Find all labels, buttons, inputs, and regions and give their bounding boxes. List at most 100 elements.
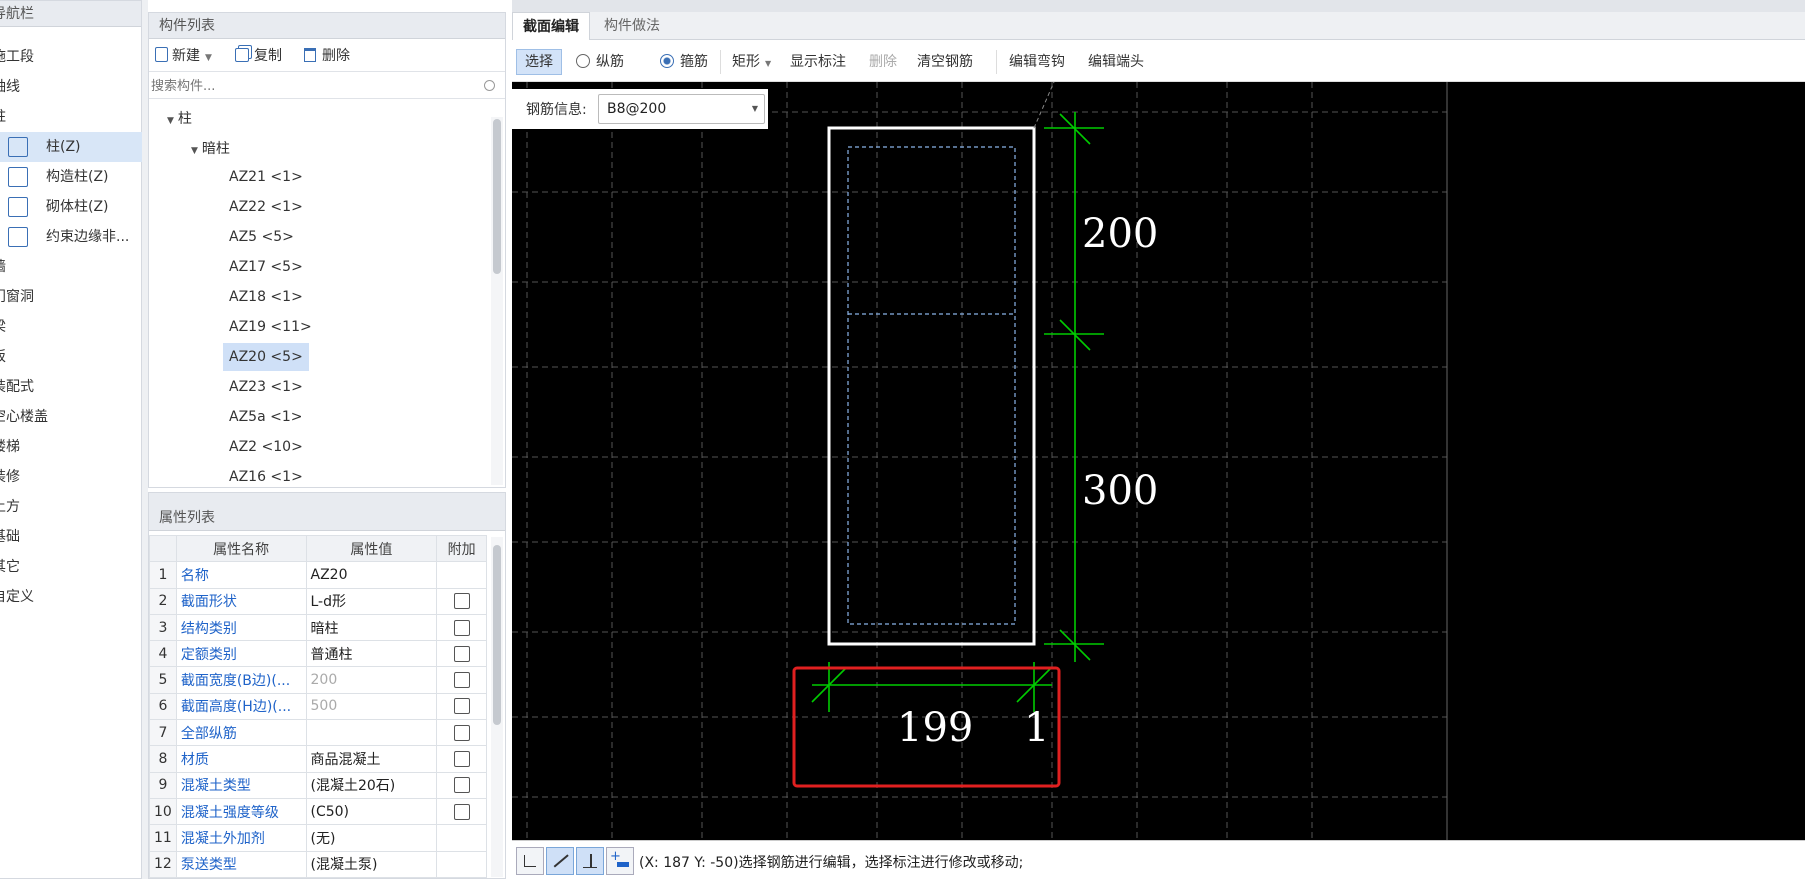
perpendicular-button[interactable] (576, 847, 604, 875)
property-row[interactable]: 1 名称 AZ20 (149, 561, 487, 589)
dimension-label-1[interactable]: 1 (1024, 705, 1049, 751)
property-scrollbar-thumb[interactable] (493, 545, 501, 725)
new-button[interactable]: 新建 ▼ (155, 43, 212, 69)
property-value[interactable]: 商品混凝土 (305, 745, 438, 773)
search-input[interactable] (151, 75, 471, 97)
property-row[interactable]: 10 混凝土强度等级 (C50) (149, 797, 487, 826)
rebar-info-select[interactable]: B8@200 ▼ (598, 94, 765, 124)
property-scrollbar[interactable] (491, 537, 503, 877)
tree-node-column[interactable]: ▼ 柱 (167, 105, 192, 133)
property-row[interactable]: 11 混凝土外加剂 (无) (149, 824, 487, 852)
vertical-dimension[interactable] (1044, 112, 1104, 662)
delete-button[interactable]: 删除 (304, 43, 350, 69)
column-section-outline[interactable] (827, 126, 1036, 646)
nav-item[interactable]: 土方 (0, 492, 142, 522)
stirrup-radio[interactable]: 箍筋 (660, 49, 708, 75)
nav-item[interactable]: 构造柱(Z) (0, 162, 142, 192)
property-value[interactable]: (C50) (305, 797, 438, 826)
tree-scrollbar-thumb[interactable] (493, 119, 501, 274)
extra-checkbox[interactable] (453, 619, 470, 636)
stirrup-outline[interactable] (847, 146, 1016, 625)
dimension-label-300[interactable]: 300 (1082, 468, 1158, 514)
tree-item[interactable]: AZ17 <5> (229, 253, 303, 281)
tree-item[interactable]: AZ5a <1> (229, 403, 302, 431)
edit-hook-button[interactable]: 编辑弯钩 (1009, 49, 1065, 75)
property-value[interactable]: 普通柱 (305, 640, 438, 668)
property-value[interactable]: 200 (305, 666, 438, 694)
edit-end-button[interactable]: 编辑端头 (1088, 49, 1144, 75)
tab-section-edit[interactable]: 截面编辑 (512, 12, 590, 40)
property-row[interactable]: 2 截面形状 L-d形 (149, 587, 487, 615)
property-row[interactable]: 7 全部纵筋 (149, 719, 487, 747)
orthogonal-snap-button[interactable] (516, 847, 544, 875)
nav-item[interactable]: 基础 (0, 522, 142, 552)
property-row[interactable]: 12 泵送类型 (混凝土泵) (149, 850, 487, 878)
property-value[interactable]: (无) (305, 824, 438, 852)
nav-item[interactable]: 其它 (0, 552, 142, 582)
shape-dropdown[interactable]: 矩形 ▼ (732, 49, 771, 75)
nav-item[interactable]: 梁 (0, 312, 142, 342)
property-value[interactable]: 暗柱 (305, 613, 438, 642)
extra-checkbox[interactable] (453, 645, 470, 662)
property-value[interactable] (305, 719, 438, 747)
add-dimension-button[interactable]: + (606, 847, 634, 875)
nav-item[interactable]: 施工段 (0, 42, 142, 72)
nav-item[interactable]: 轴线 (0, 72, 142, 102)
nav-item[interactable]: 约束边缘非... (0, 222, 142, 252)
tree-item[interactable]: AZ2 <10> (229, 433, 303, 461)
property-row[interactable]: 8 材质 商品混凝土 (149, 745, 487, 773)
nav-item[interactable]: 装配式 (0, 372, 142, 402)
property-row[interactable]: 6 截面高度(H边)(... 500 (149, 692, 487, 721)
property-row[interactable]: 9 混凝土类型 (混凝土20石) (149, 771, 487, 799)
extra-checkbox[interactable] (453, 672, 470, 689)
extra-checkbox[interactable] (453, 751, 470, 768)
tree-item[interactable]: AZ5 <5> (229, 223, 294, 251)
expand-icon[interactable]: ▼ (191, 146, 198, 156)
tree-node-hidden-column[interactable]: ▼ 暗柱 (191, 135, 230, 163)
nav-item[interactable]: 砌体柱(Z) (0, 192, 142, 222)
line-mode-button[interactable] (546, 847, 574, 875)
property-value[interactable]: 500 (305, 692, 438, 721)
property-value[interactable]: (混凝土泵) (305, 850, 438, 878)
property-value[interactable]: AZ20 (305, 561, 438, 589)
nav-item[interactable]: 柱 (0, 102, 142, 132)
extra-checkbox[interactable] (453, 724, 470, 741)
tree-item[interactable]: AZ20 <5> (223, 343, 309, 371)
delete-rebar-button[interactable]: 删除 (869, 49, 897, 75)
nav-item[interactable]: 墙 (0, 252, 142, 282)
show-annotation-button[interactable]: 显示标注 (790, 49, 846, 75)
dimension-label-200[interactable]: 200 (1082, 211, 1158, 257)
nav-item[interactable]: 柱(Z) (0, 132, 142, 162)
nav-item[interactable]: 空心楼盖 (0, 402, 142, 432)
property-row[interactable]: 5 截面宽度(B边)(... 200 (149, 666, 487, 694)
extra-checkbox[interactable] (453, 593, 470, 610)
extra-checkbox[interactable] (453, 698, 470, 715)
expand-icon[interactable]: ▼ (167, 116, 174, 126)
property-value[interactable]: L-d形 (305, 587, 438, 615)
nav-item[interactable]: 门窗洞 (0, 282, 142, 312)
property-value[interactable]: (混凝土20石) (305, 771, 438, 799)
clear-rebar-button[interactable]: 清空钢筋 (917, 49, 973, 75)
tree-item[interactable]: AZ19 <11> (229, 313, 312, 341)
extra-checkbox[interactable] (453, 803, 470, 820)
longitudinal-rebar-radio[interactable]: 纵筋 (576, 49, 624, 75)
extra-checkbox[interactable] (453, 777, 470, 794)
nav-item[interactable]: 装修 (0, 462, 142, 492)
search-icon[interactable] (484, 80, 495, 91)
copy-button[interactable]: 复制 (235, 43, 282, 69)
section-canvas[interactable]: 200 300 199 1 钢筋信息: B8@200 ▼ (512, 82, 1805, 840)
select-button[interactable]: 选择 (516, 49, 562, 75)
tree-item[interactable]: AZ16 <1> (229, 463, 303, 488)
section-drawing[interactable]: 200 300 199 1 (512, 82, 1805, 840)
tree-item[interactable]: AZ22 <1> (229, 193, 303, 221)
property-row[interactable]: 4 定额类别 普通柱 (149, 640, 487, 668)
tab-component-method[interactable]: 构件做法 (594, 12, 670, 40)
nav-item[interactable]: 自定义 (0, 582, 142, 612)
chevron-down-icon[interactable]: ▼ (752, 104, 758, 113)
nav-item[interactable]: 板 (0, 342, 142, 372)
nav-item[interactable]: 楼梯 (0, 432, 142, 462)
dimension-label-199[interactable]: 199 (897, 705, 973, 751)
property-row[interactable]: 3 结构类别 暗柱 (149, 613, 487, 642)
tree-scrollbar[interactable] (491, 117, 503, 485)
tree-item[interactable]: AZ18 <1> (229, 283, 303, 311)
